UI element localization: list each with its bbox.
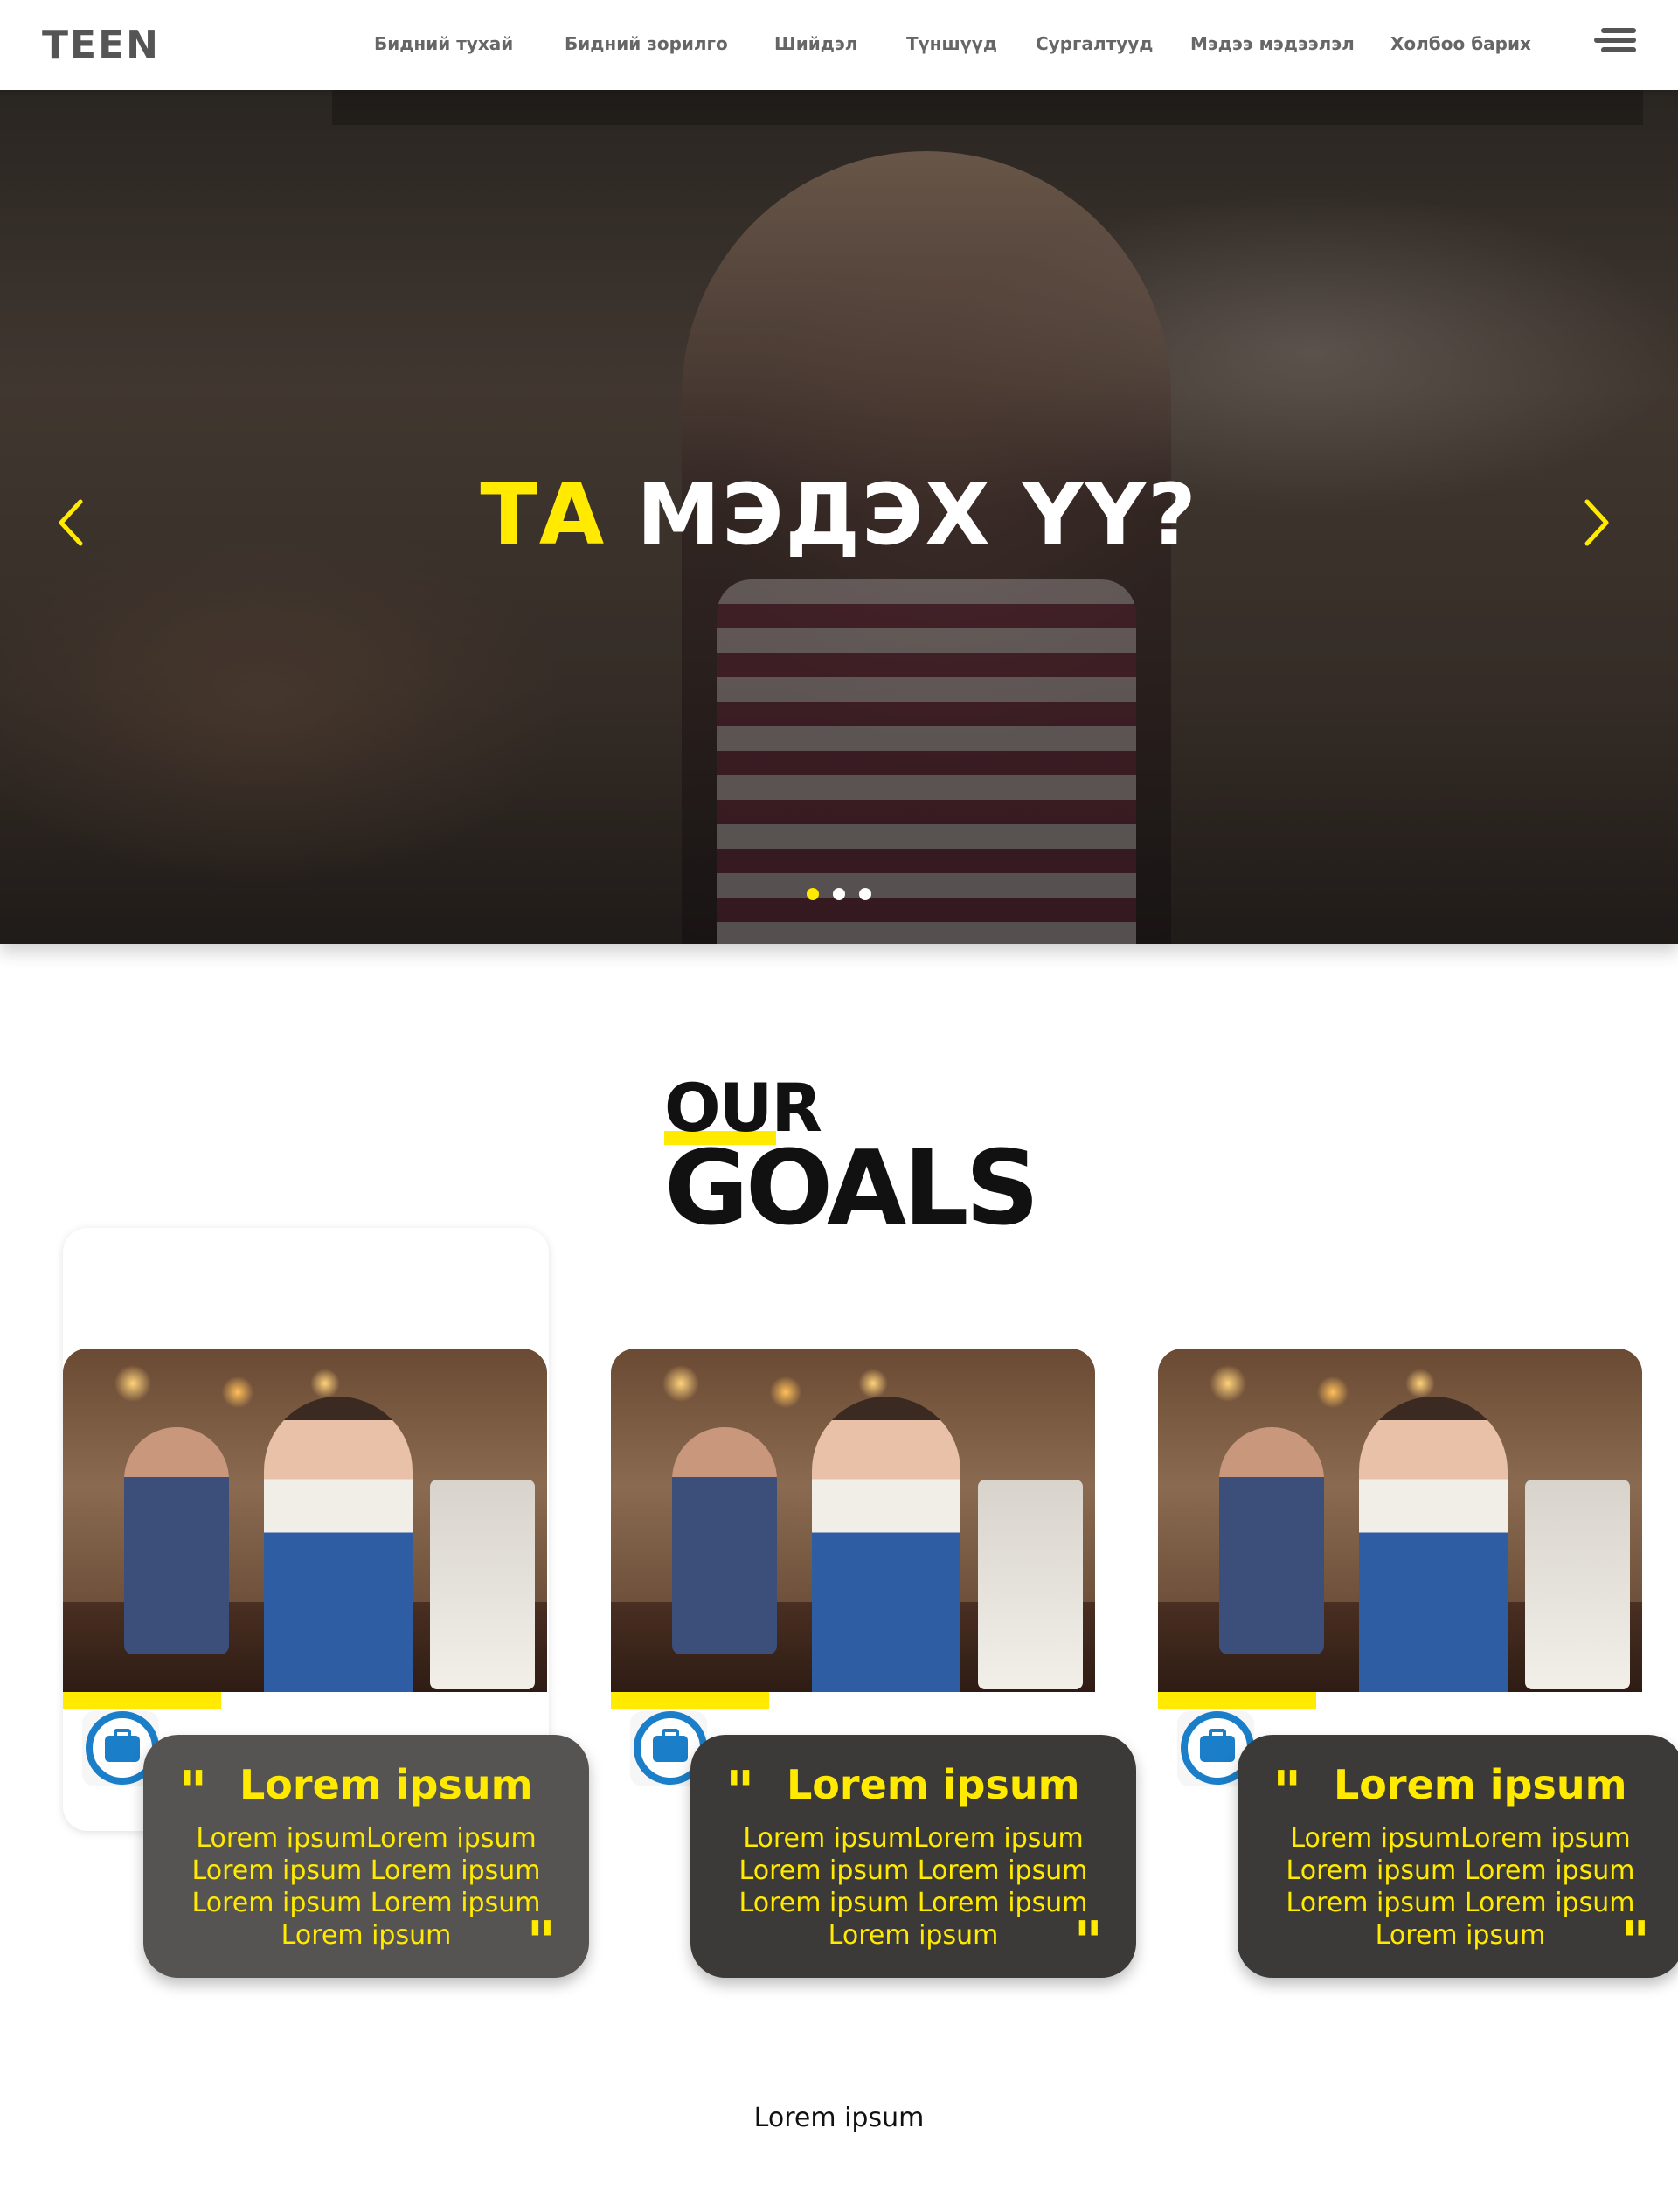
goal-quote-box: " Lorem ipsum Lorem ipsumLorem ipsum Lore… <box>1238 1735 1678 1978</box>
hero-slider: ТА МЭДЭХ ҮҮ? <box>0 90 1678 944</box>
close-quote-icon: " <box>1073 1910 1103 1975</box>
hero-title-highlight: ТА <box>480 466 607 564</box>
hamburger-menu-icon[interactable] <box>1594 28 1636 56</box>
prev-slide-arrow-icon[interactable] <box>54 496 89 549</box>
nav-item-goals[interactable]: Бидний зорилго <box>565 33 728 54</box>
goal-card[interactable] <box>1158 1349 1642 1786</box>
open-quote-icon: " <box>725 1760 755 1825</box>
goal-quote-title: Lorem ipsum <box>787 1761 1080 1808</box>
nav-item-about[interactable]: Бидний тухай <box>374 33 513 54</box>
nav-item-solutions[interactable]: Шийдэл <box>774 33 857 54</box>
goal-card[interactable] <box>63 1349 547 1786</box>
site-logo[interactable]: TEEN <box>42 23 160 67</box>
close-quote-icon: " <box>526 1910 556 1975</box>
slider-dot-3[interactable] <box>859 888 871 900</box>
goal-card-accent-bar <box>611 1692 769 1709</box>
goal-card-accent-bar <box>1158 1692 1316 1709</box>
goal-quote-title: Lorem ipsum <box>239 1761 533 1808</box>
goals-heading: OUR GOALS <box>664 1075 1039 1248</box>
nav-item-news[interactable]: Мэдээ мэдээлэл <box>1190 33 1355 54</box>
nav-item-trainings[interactable]: Сургалтууд <box>1036 33 1153 54</box>
goals-title-bottom: GOALS <box>664 1127 1039 1248</box>
goal-card-accent-bar <box>63 1692 221 1709</box>
goals-title-top: OUR <box>664 1069 822 1147</box>
hero-title-rest: МЭДЭХ ҮҮ? <box>636 466 1198 564</box>
goal-quote-box: " Lorem ipsum Lorem ipsumLorem ipsum Lore… <box>143 1735 589 1978</box>
nav-item-contact[interactable]: Холбоо барих <box>1390 33 1531 54</box>
nav-item-partners[interactable]: Түншүүд <box>906 33 997 54</box>
next-slide-arrow-icon[interactable] <box>1578 496 1613 549</box>
goal-quote-text: Lorem ipsumLorem ipsum Lorem ipsum Lorem … <box>738 1823 1088 1951</box>
goal-card-image <box>1158 1349 1642 1692</box>
slider-dot-1[interactable] <box>807 888 819 900</box>
goal-quote-box: " Lorem ipsum Lorem ipsumLorem ipsum Lore… <box>690 1735 1136 1978</box>
goal-card[interactable] <box>611 1349 1095 1786</box>
open-quote-icon: " <box>1272 1760 1302 1825</box>
goal-card-image <box>611 1349 1095 1692</box>
goal-quote-title: Lorem ipsum <box>1334 1761 1627 1808</box>
hero-title: ТА МЭДЭХ ҮҮ? <box>0 466 1678 564</box>
slider-dot-2[interactable] <box>833 888 845 900</box>
goal-card-image <box>63 1349 547 1692</box>
open-quote-icon: " <box>178 1760 208 1825</box>
close-quote-icon: " <box>1620 1910 1650 1975</box>
slider-dots <box>0 888 1678 905</box>
goal-quote-text: Lorem ipsumLorem ipsum Lorem ipsum Lorem … <box>191 1823 541 1951</box>
goal-quote-text: Lorem ipsumLorem ipsum Lorem ipsum Lorem … <box>1286 1823 1635 1951</box>
site-header: TEEN Бидний тухай Бидний зорилго Шийдэл … <box>0 0 1678 90</box>
footer-text: Lorem ipsum <box>753 2103 925 2133</box>
